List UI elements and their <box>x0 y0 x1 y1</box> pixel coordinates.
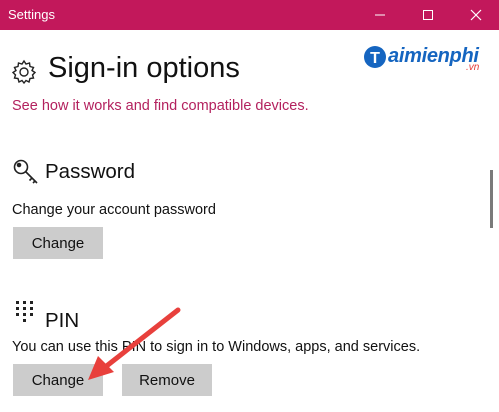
watermark-logo: T aimienphi .vn <box>362 40 492 74</box>
pin-title: PIN <box>45 309 80 332</box>
maximize-icon <box>423 10 433 20</box>
minimize-button[interactable] <box>357 0 403 30</box>
page-title: Sign-in options <box>48 52 240 84</box>
key-icon <box>13 159 38 184</box>
scrollbar[interactable] <box>490 170 493 228</box>
minimize-icon <box>375 14 385 16</box>
logo-mark-icon: T <box>364 46 386 68</box>
password-change-button[interactable]: Change <box>13 227 103 259</box>
password-description: Change your account password <box>12 202 216 218</box>
close-icon <box>470 9 482 21</box>
svg-text:T: T <box>370 50 380 67</box>
pin-keypad-icon <box>16 301 33 322</box>
compatible-devices-link[interactable]: See how it works and find compatible dev… <box>12 98 309 114</box>
password-title: Password <box>45 160 136 183</box>
title-bar: Settings <box>0 0 499 30</box>
window-title: Settings <box>8 7 55 22</box>
gear-icon <box>11 59 37 85</box>
annotation-arrow <box>88 307 181 380</box>
close-button[interactable] <box>453 0 499 30</box>
pin-description: You can use this PIN to sign in to Windo… <box>12 339 421 355</box>
maximize-button[interactable] <box>405 0 451 30</box>
watermark-suffix: .vn <box>466 62 480 73</box>
